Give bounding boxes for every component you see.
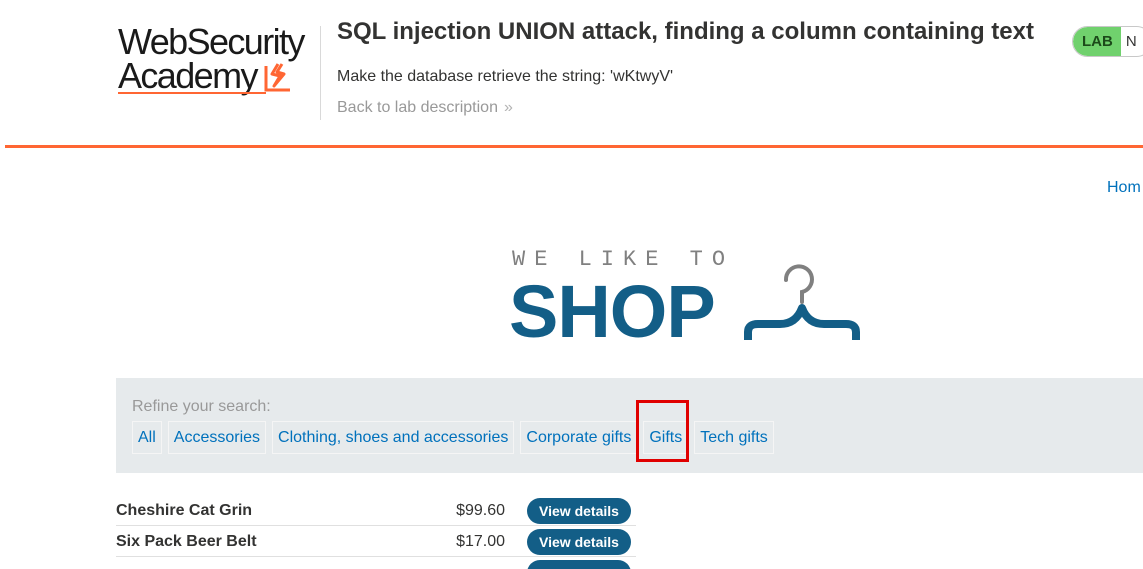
web-security-academy-logo[interactable]: WebSecurity Academy: [118, 20, 318, 98]
back-to-lab-description-link[interactable]: Back to lab description »: [337, 98, 513, 118]
product-row: Six Pack Beer Belt $17.00 View details: [116, 526, 636, 557]
filter-corporate-gifts[interactable]: Corporate gifts: [520, 421, 638, 454]
header-divider: [320, 26, 321, 120]
product-row: [116, 557, 636, 569]
shop-banner: WE LIKE TO SHOP: [500, 240, 880, 350]
coat-hanger-icon: [744, 264, 860, 340]
logo-text-line2: Academy: [118, 55, 258, 96]
filter-accessories[interactable]: Accessories: [167, 421, 267, 454]
lab-badge: LAB: [1073, 27, 1121, 56]
view-details-button[interactable]: [527, 560, 631, 569]
filter-tech-gifts[interactable]: Tech gifts: [694, 421, 774, 454]
view-details-button[interactable]: View details: [527, 498, 631, 524]
header-orange-rule: [5, 145, 1143, 148]
product-list: Cheshire Cat Grin $99.60 View details Si…: [116, 495, 636, 569]
filter-category-list: All Accessories Clothing, shoes and acce…: [132, 421, 780, 454]
filters-label: Refine your search:: [132, 398, 271, 415]
lab-title: SQL injection UNION attack, finding a co…: [337, 18, 1034, 45]
product-name: Cheshire Cat Grin: [116, 502, 253, 519]
double-chevron-right-icon: »: [503, 99, 513, 116]
lab-status-widget: LAB N: [1072, 26, 1143, 57]
filter-gifts[interactable]: Gifts: [643, 421, 689, 454]
filter-clothing-shoes-accessories[interactable]: Clothing, shoes and accessories: [272, 421, 515, 454]
banner-shop-title: SHOP: [509, 270, 716, 353]
banner-tagline: WE LIKE TO: [512, 247, 735, 272]
logo-underline: [118, 92, 266, 94]
lightning-bolt-icon: [264, 63, 290, 92]
search-filters-panel: Refine your search: All Accessories Clot…: [116, 378, 1143, 473]
academy-header: WebSecurity Academy SQL injection UNION …: [0, 0, 1143, 148]
lab-objective: Make the database retrieve the string: '…: [337, 68, 674, 85]
home-link[interactable]: Hom: [1107, 178, 1141, 198]
lab-status-text: N: [1125, 33, 1137, 50]
back-link-label: Back to lab description: [337, 99, 498, 116]
product-name: Six Pack Beer Belt: [116, 533, 257, 550]
product-price: $99.60: [456, 502, 505, 519]
view-details-button[interactable]: View details: [527, 529, 631, 555]
product-price: $17.00: [456, 533, 505, 550]
filter-all[interactable]: All: [132, 421, 162, 454]
product-row: Cheshire Cat Grin $99.60 View details: [116, 495, 636, 526]
